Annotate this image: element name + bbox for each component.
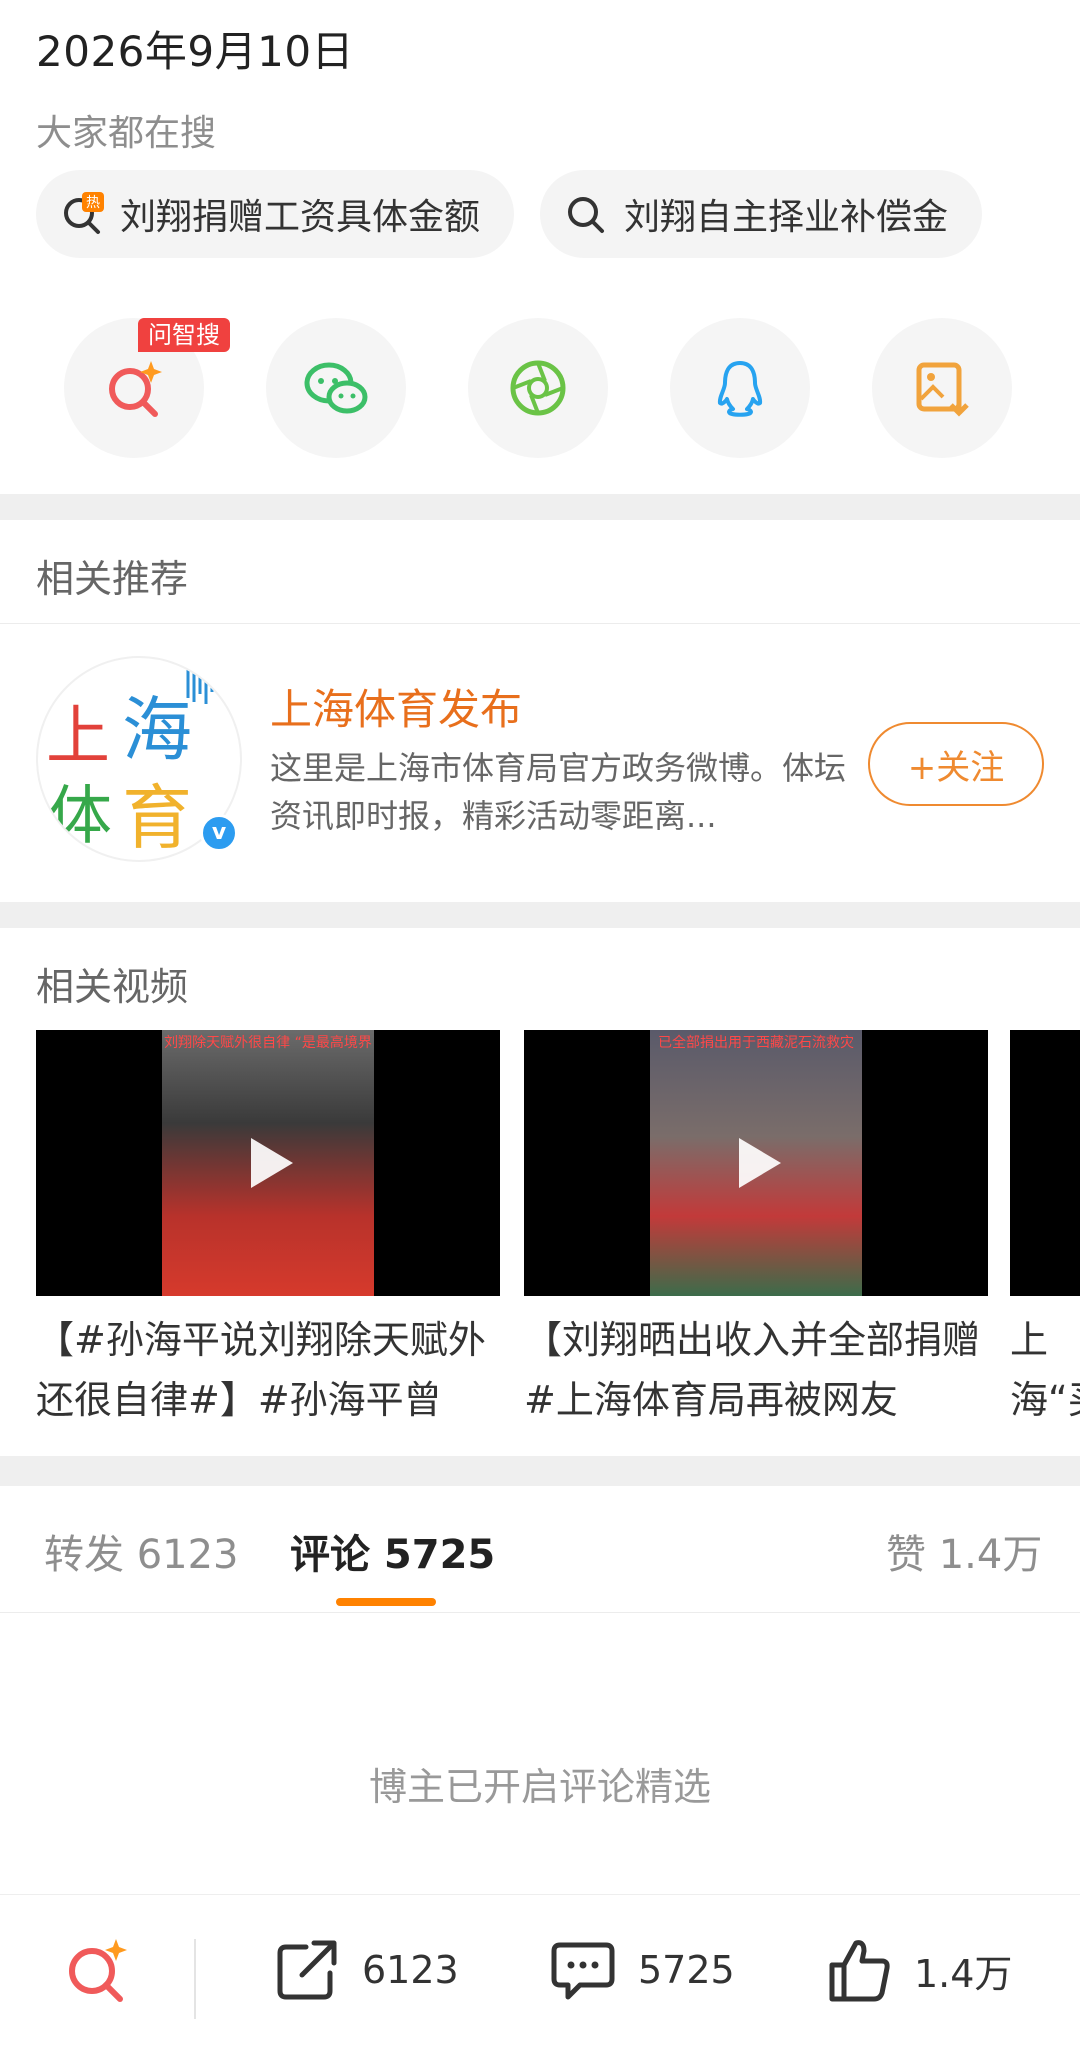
comment-count: 5725 [638,1948,735,1992]
svg-text:热: 热 [86,195,100,211]
tab-like[interactable]: 赞 1.4万 [886,1522,1042,1580]
video-card-2[interactable]: 已全部捐出用于西藏泥石流救灾 【刘翔晒出收入并全部捐赠 #上海体育局再被网友 [524,1030,988,1430]
hot-search-chip-1[interactable]: 热 刘翔捐赠工资具体金额 [36,170,514,258]
ai-search-button[interactable] [60,1933,152,2007]
ai-search-icon [109,361,162,417]
repost-button[interactable]: 6123 [270,1933,459,2007]
play-icon [739,1138,781,1188]
like-button[interactable]: 1.4万 [822,1933,1012,2007]
comment-button[interactable]: 5725 [546,1933,735,2007]
save-image-button[interactable] [872,318,1012,458]
save-image-icon [916,362,969,417]
video-caption: 刘翔除天赋外很自律 “是最高境界 [164,1035,372,1051]
ai-search-badge: 问智搜 [138,318,230,352]
video-thumbnail[interactable] [1010,1030,1080,1296]
hot-search-icon: 热 [64,192,104,234]
hot-search-label: 刘翔捐赠工资具体金额 [120,197,481,238]
video-card-3[interactable]: 上海“买断 [1010,1030,1080,1430]
comment-icon [551,1942,615,2000]
wechat-share-button[interactable] [266,318,406,458]
svg-text:海: 海 [122,689,192,771]
account-name[interactable]: 上海体育发布 [270,676,522,737]
video-thumbnail[interactable]: 已全部捐出用于西藏泥石流救灾 [524,1030,988,1296]
like-count: 1.4万 [914,1951,1013,1996]
repost-icon [277,1940,337,2000]
recommend-title: 相关推荐 [36,557,189,601]
repost-count: 6123 [362,1948,459,1992]
qq-icon [717,361,763,417]
moments-icon [510,360,566,416]
video-thumbnail[interactable]: 刘翔除天赋外很自律 “是最高境界 [36,1030,500,1296]
svg-text:体: 体 [48,780,112,854]
hot-search-chip-2[interactable]: 刘翔自主择业补偿金 [540,170,982,258]
moments-share-button[interactable] [468,318,608,458]
videos-title: 相关视频 [36,965,189,1009]
section-gap [0,1456,1080,1486]
bottom-bar-separator [194,1939,196,2019]
search-icon [568,197,604,233]
play-icon [251,1138,293,1188]
qq-share-button[interactable] [670,318,810,458]
section-gap [0,902,1080,928]
comments-empty-message: 博主已开启评论精选 [368,1765,711,1809]
svg-text:上: 上 [46,700,110,774]
svg-text:育: 育 [122,777,192,859]
section-gap [0,494,1080,520]
video-title: 【#孙海平说刘翔除天赋外还很自律#】#孙海平曾 [36,1318,486,1422]
video-title: 上海“买断 [1010,1318,1080,1422]
tab-comment[interactable]: 评论 5725 [290,1522,495,1580]
divider [0,1612,1080,1613]
video-title: 【刘翔晒出收入并全部捐赠 #上海体育局再被网友 [524,1318,981,1422]
active-tab-indicator [336,1598,436,1606]
ai-search-icon [69,1939,127,2002]
video-card-1[interactable]: 刘翔除天赋外很自律 “是最高境界 【#孙海平说刘翔除天赋外还很自律#】#孙海平曾 [36,1030,500,1430]
verified-badge: v [200,814,238,852]
tab-repost[interactable]: 转发 6123 [44,1522,239,1580]
hot-search-label: 刘翔自主择业补偿金 [624,197,949,238]
wechat-icon [304,362,368,414]
video-caption: 已全部捐出用于西藏泥石流救灾 [658,1035,854,1051]
follow-button[interactable]: +关注 [868,722,1044,806]
post-date: 2026年9月10日 [36,27,355,76]
thumbs-up-icon [829,1940,890,2002]
divider [0,623,1080,624]
search-hint-label: 大家都在搜 [36,113,217,154]
bottom-action-bar: 6123 5725 1.4万 [0,1894,1080,2059]
account-description: 这里是上海市体育局官方政务微博。体坛资讯即时报，精彩活动零距离... [270,749,847,835]
